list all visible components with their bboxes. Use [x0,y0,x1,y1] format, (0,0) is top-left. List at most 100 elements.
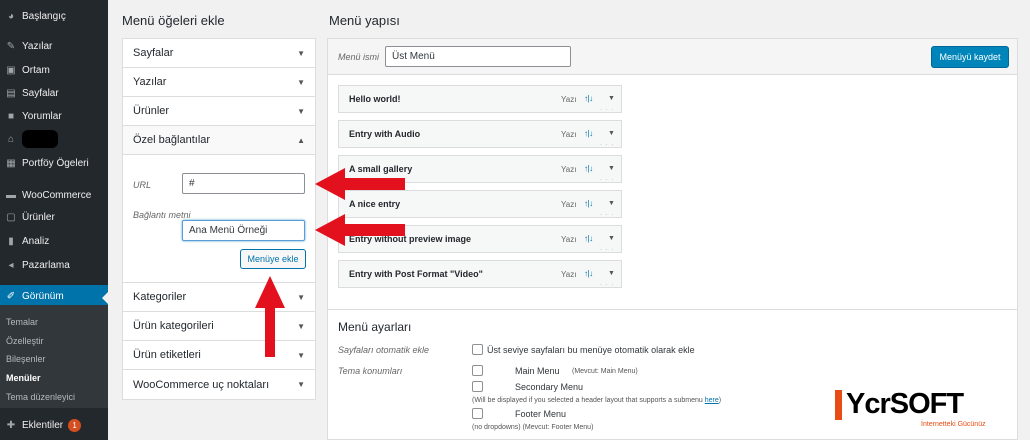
submenu-themes[interactable]: Temalar [0,312,108,332]
accordion-product-categories[interactable]: Ürün kategorileri ▼ [123,312,315,341]
sidebar-item-woocommerce[interactable]: ▬ WooCommerce [0,184,108,206]
accordion-product-tags[interactable]: Ürün etiketleri ▼ [123,341,315,370]
menu-name-input[interactable]: Üst Menü [385,46,571,67]
drag-handle-icon: · · · [600,247,615,253]
theme-locations-label: Tema konumları [338,366,403,376]
accordion-label: Ürün etiketleri [133,349,201,361]
sidebar-item-appearance[interactable]: ✐ Görünüm [0,285,108,307]
move-arrows-icon[interactable]: ↑|↓ [584,234,593,243]
accordion-label: Kategoriler [133,291,187,303]
item-toggle-icon[interactable]: ▼ [608,235,615,242]
add-menu-items-title: Menü öğeleri ekle [122,13,225,28]
menu-item-type: Yazı [561,165,577,174]
menu-item[interactable]: A small gallery Yazı ↑|↓ ▼ · · · [338,155,622,183]
accordion-pages[interactable]: Sayfalar ▼ [123,39,315,68]
sidebar-item-media[interactable]: ▣ Ortam [0,59,108,81]
menu-item-title: A nice entry [349,199,401,209]
drag-handle-icon: · · · [600,142,615,148]
submenu-widgets[interactable]: Bileşenler [0,349,108,369]
sidebar-item-dashboard[interactable]: ◕ Başlangıç [0,5,108,27]
menu-item[interactable]: Entry without preview image Yazı ↑|↓ ▼ · · · [338,225,622,253]
footer-menu-checkbox[interactable] [472,408,483,419]
accordion-label: Sayfalar [133,47,174,59]
sidebar-item-label: Görünüm [22,290,64,302]
products-icon: ▢ [6,211,16,223]
woocommerce-icon: ▬ [6,189,16,201]
url-label: URL [133,180,152,190]
menu-item-title: Entry without preview image [349,234,472,244]
sidebar-item-portfolio[interactable]: ▦ Portföy Ögeleri [0,152,108,174]
plugins-icon: ✚ [6,419,16,431]
portfolio-icon: ▦ [6,157,16,169]
save-menu-button[interactable]: Menüyü kaydet [931,46,1009,68]
drag-handle-icon: · · · [600,177,615,183]
auto-add-checkbox[interactable] [472,344,483,355]
item-toggle-icon[interactable]: ▼ [608,130,615,137]
menu-item[interactable]: Hello world! Yazı ↑|↓ ▼ · · · [338,85,622,113]
accordion-posts[interactable]: Yazılar ▼ [123,68,315,97]
help-link[interactable]: here [705,397,719,404]
link-text-label: Bağlantı metni [133,210,191,220]
submenu-theme-editor[interactable]: Tema düzenleyici [0,387,108,407]
sidebar-item-analytics[interactable]: ▮ Analiz [0,230,108,252]
sidebar-item-products[interactable]: ▢ Ürünler [0,206,108,228]
menu-header: Menü ismi Üst Menü Menüyü kaydet [328,39,1017,75]
caret-down-icon: ▼ [297,293,305,302]
sidebar-item-pages[interactable]: ▤ Sayfalar [0,82,108,104]
menu-structure-title: Menü yapısı [329,13,400,28]
admin-sidebar: ◕ Başlangıç ✎ Yazılar ▣ Ortam ▤ Sayfalar ■ Yo… [0,0,108,440]
menu-item[interactable]: Entry with Audio Yazı ↑|↓ ▼ · · · [338,120,622,148]
caret-down-icon: ▼ [297,107,305,116]
caret-down-icon: ▼ [297,351,305,360]
move-arrows-icon[interactable]: ↑|↓ [584,269,593,278]
sidebar-item-label: WooCommerce [22,189,92,201]
menu-item-type: Yazı [561,95,577,104]
submenu-menus[interactable]: Menüler [0,368,108,388]
sidebar-item-plugins[interactable]: ✚ Eklentiler 1 [0,414,108,436]
sidebar-item-marketing[interactable]: ◂ Pazarlama [0,254,108,276]
marketing-icon: ◂ [8,259,14,271]
secondary-menu-help: (Will be displayed if you selected a hea… [472,397,721,404]
accordion-label: WooCommerce uç noktaları [133,378,270,391]
move-arrows-icon[interactable]: ↑|↓ [584,129,593,138]
menu-item-title: Entry with Audio [349,129,421,139]
sidebar-item-redacted[interactable]: ⌂ [0,128,108,150]
menu-item-title: Entry with Post Format "Video" [349,269,483,279]
accordion-custom-links[interactable]: Özel bağlantılar ▲ [123,126,315,155]
help-text: (Will be displayed if you selected a hea… [472,397,703,404]
section-divider [328,309,1017,310]
main-menu-checkbox[interactable] [472,365,483,376]
comment-icon: ■ [7,110,15,122]
menu-item[interactable]: Entry with Post Format "Video" Yazı ↑|↓ ▼ · … [338,260,622,288]
item-toggle-icon[interactable]: ▼ [608,200,615,207]
sidebar-item-comments[interactable]: ■ Yorumlar [0,105,108,127]
accordion-woocommerce-endpoints[interactable]: WooCommerce uç noktaları ▼ [123,370,315,399]
move-arrows-icon[interactable]: ↑|↓ [584,94,593,103]
drag-handle-icon: · · · [600,212,615,218]
item-toggle-icon[interactable]: ▼ [608,95,615,102]
move-arrows-icon[interactable]: ↑|↓ [584,199,593,208]
current-menu-pointer [102,292,108,304]
item-toggle-icon[interactable]: ▼ [608,270,615,277]
menu-item-type: Yazı [561,270,577,279]
caret-down-icon: ▼ [297,49,305,58]
link-text-input[interactable]: Ana Menü Örneği [182,220,305,241]
main-menu-label: Main Menu [515,366,560,376]
caret-down-icon: ▼ [297,380,305,389]
item-toggle-icon[interactable]: ▼ [608,165,615,172]
media-icon: ▣ [6,64,16,76]
sidebar-item-label: Ürünler [22,211,55,223]
accordion-label: Ürünler [133,105,170,117]
submenu-customize[interactable]: Özelleştir [0,331,108,351]
menu-settings-title: Menü ayarları [338,320,412,334]
sidebar-item-posts[interactable]: ✎ Yazılar [0,35,108,57]
accordion-categories[interactable]: Kategoriler ▼ [123,283,315,312]
sidebar-item-label: Analiz [22,235,50,247]
footer-menu-help: (no dropdowns) (Mevcut: Footer Menu) [472,424,593,431]
url-input[interactable]: # [182,173,305,194]
menu-item[interactable]: A nice entry Yazı ↑|↓ ▼ · · · [338,190,622,218]
secondary-menu-checkbox[interactable] [472,381,483,392]
accordion-products[interactable]: Ürünler ▼ [123,97,315,126]
add-to-menu-button[interactable]: Menüye ekle [240,249,306,269]
move-arrows-icon[interactable]: ↑|↓ [584,164,593,173]
